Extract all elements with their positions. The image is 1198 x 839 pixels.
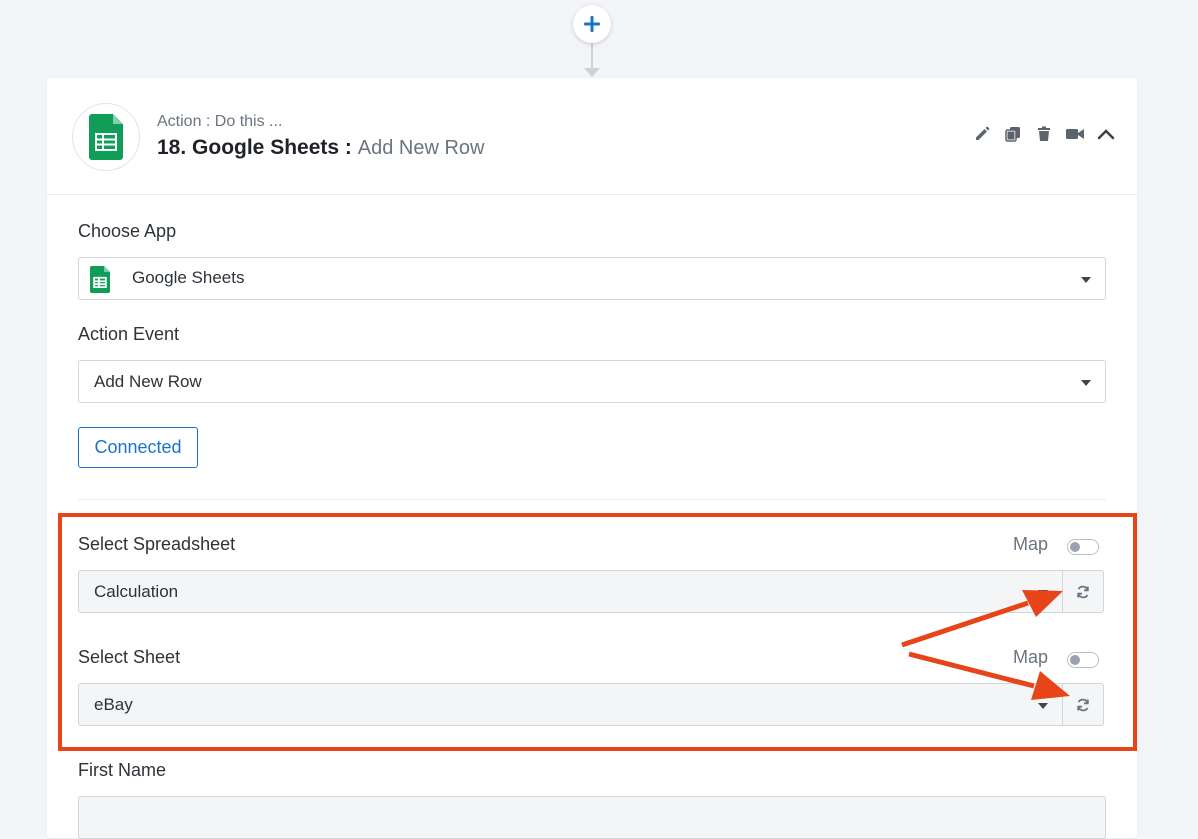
google-sheets-icon	[90, 266, 110, 293]
dropdown-caret-icon	[1038, 703, 1048, 709]
first-name-label: First Name	[78, 760, 167, 780]
spreadsheet-map-label: Map	[1013, 534, 1049, 554]
select-spreadsheet-label: Select Spreadsheet	[78, 534, 236, 554]
dropdown-caret-icon	[1038, 590, 1048, 596]
sheet-map-label: Map	[1013, 647, 1049, 667]
select-sheet-value: eBay	[94, 695, 133, 714]
step-connector-line	[591, 40, 593, 70]
duplicate-button[interactable]	[1004, 125, 1022, 143]
select-sheet-dropdown[interactable]: eBay	[78, 683, 1063, 726]
choose-app-value: Google Sheets	[132, 268, 245, 287]
pencil-icon	[976, 126, 990, 140]
step-toolbar	[973, 125, 1115, 143]
spreadsheet-map-toggle[interactable]	[1067, 539, 1099, 555]
google-sheets-icon	[89, 114, 123, 160]
delete-button[interactable]	[1035, 125, 1053, 143]
dropdown-caret-icon	[1081, 380, 1091, 386]
video-tutorial-button[interactable]	[1066, 125, 1084, 143]
copy-icon	[1005, 127, 1020, 142]
refresh-icon	[1077, 585, 1089, 598]
app-logo	[72, 103, 140, 171]
collapse-button[interactable]	[1097, 125, 1115, 143]
plus-icon	[584, 16, 600, 32]
action-event-select[interactable]: Add New Row	[78, 360, 1106, 403]
select-sheet-label: Select Sheet	[78, 647, 181, 667]
choose-app-label: Choose App	[78, 221, 177, 241]
spreadsheet-refresh-button[interactable]	[1062, 570, 1104, 613]
action-event-label: Action Event	[78, 324, 180, 344]
refresh-icon	[1077, 698, 1089, 711]
step-title-event: Add New Row	[357, 137, 485, 159]
add-step-button[interactable]	[573, 5, 611, 43]
choose-app-select[interactable]: Google Sheets	[78, 257, 1106, 300]
dropdown-caret-icon	[1081, 277, 1091, 283]
step-title: 18. Google Sheets : Add New Row	[157, 136, 484, 160]
first-name-input[interactable]	[78, 796, 1106, 839]
connected-button[interactable]: Connected	[78, 427, 198, 468]
sheet-map-toggle[interactable]	[1067, 652, 1099, 668]
step-header: Action : Do this ... 18. Google Sheets :…	[47, 78, 1137, 195]
action-event-value: Add New Row	[94, 372, 202, 391]
toggle-knob	[1070, 542, 1080, 552]
action-step-card: Action : Do this ... 18. Google Sheets :…	[47, 78, 1137, 839]
step-connector-arrow	[584, 68, 600, 77]
select-spreadsheet-value: Calculation	[94, 582, 179, 601]
toggle-knob	[1070, 655, 1080, 665]
select-spreadsheet-dropdown[interactable]: Calculation	[78, 570, 1063, 613]
chevron-up-icon	[1097, 129, 1115, 140]
section-divider	[78, 499, 1106, 500]
sheet-refresh-button[interactable]	[1062, 683, 1104, 726]
step-title-app: 18. Google Sheets :	[157, 136, 352, 159]
video-icon	[1066, 129, 1084, 139]
trash-icon	[1038, 126, 1050, 141]
step-subtitle: Action : Do this ...	[157, 113, 283, 130]
edit-button[interactable]	[973, 125, 991, 143]
